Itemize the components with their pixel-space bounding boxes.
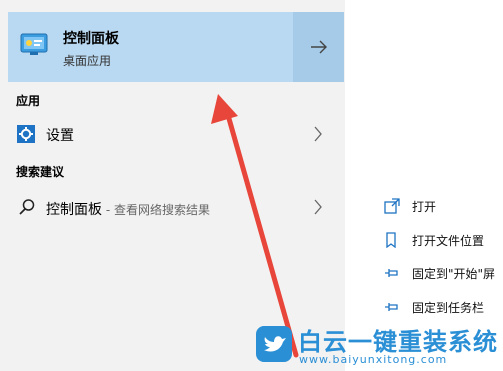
annotation-arrow (211, 94, 299, 358)
watermark-title: 白云一键重装系统 (298, 328, 498, 356)
watermark: 白云一键重装系统 www.baiyunxitong.com (250, 318, 503, 371)
watermark-url: www.baiyunxitong.com (299, 353, 448, 366)
twitter-bird-icon (256, 326, 292, 362)
